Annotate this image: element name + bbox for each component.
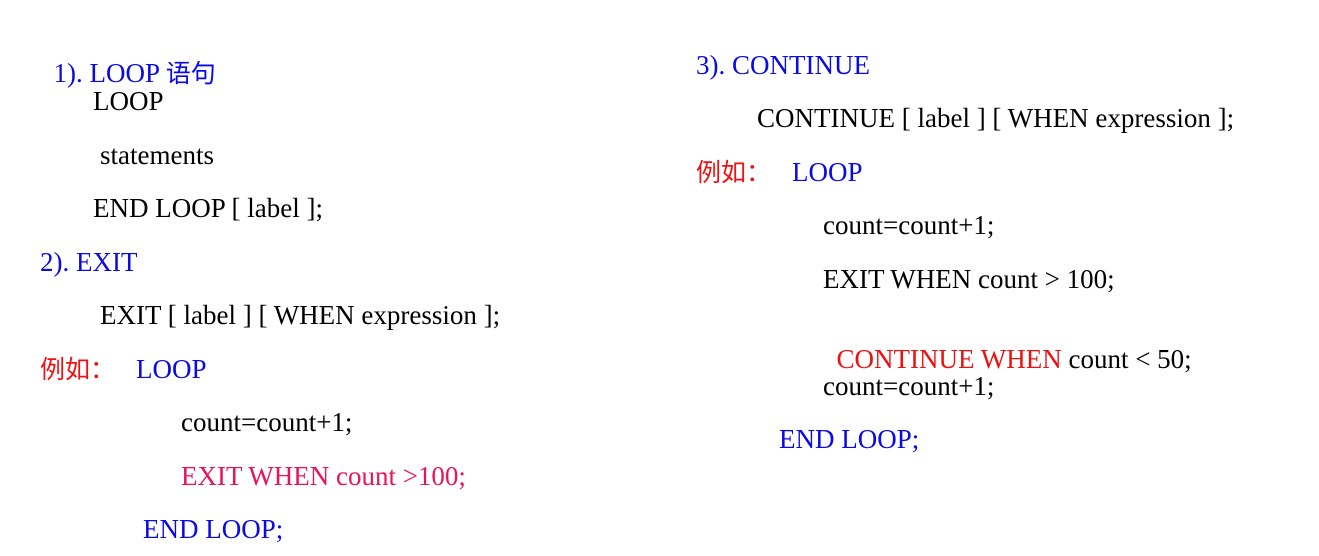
left-example-line-1: count=count+1; [181,407,353,437]
left-example-label: 例如： [40,355,116,384]
loop-heading: 1). LOOP 语句 [40,33,216,87]
exit-syntax: EXIT [ label ] [ WHEN expression ]; [100,300,501,330]
right-example-line-3: CONTINUE WHEN count < 50; [823,319,1192,373]
continue-syntax: CONTINUE [ label ] [ WHEN expression ]; [757,103,1235,133]
right-example-end: END LOOP; [779,424,920,454]
continue-heading: 3). CONTINUE [696,50,870,80]
left-example-end: END LOOP; [143,514,284,544]
loop-syntax-line-1: LOOP [93,86,164,116]
continue-when-keyword: CONTINUE WHEN [836,344,1062,374]
loop-syntax-line-3: END LOOP [ label ]; [93,193,323,223]
left-example-loop: LOOP [136,354,207,384]
right-example-line-4: count=count+1; [823,371,995,401]
right-example-loop: LOOP [792,157,863,187]
exit-heading: 2). EXIT [40,247,138,277]
left-example-line-2: EXIT WHEN count >100; [181,461,466,491]
continue-condition: count < 50; [1061,344,1192,374]
loop-syntax-line-2: statements [100,140,214,170]
right-example-line-2: EXIT WHEN count > 100; [823,264,1115,294]
right-example-label: 例如： [696,158,772,187]
loop-heading-prefix: 1). LOOP [53,58,166,88]
loop-heading-suffix: 语句 [165,59,216,88]
right-example-line-1: count=count+1; [823,210,995,240]
